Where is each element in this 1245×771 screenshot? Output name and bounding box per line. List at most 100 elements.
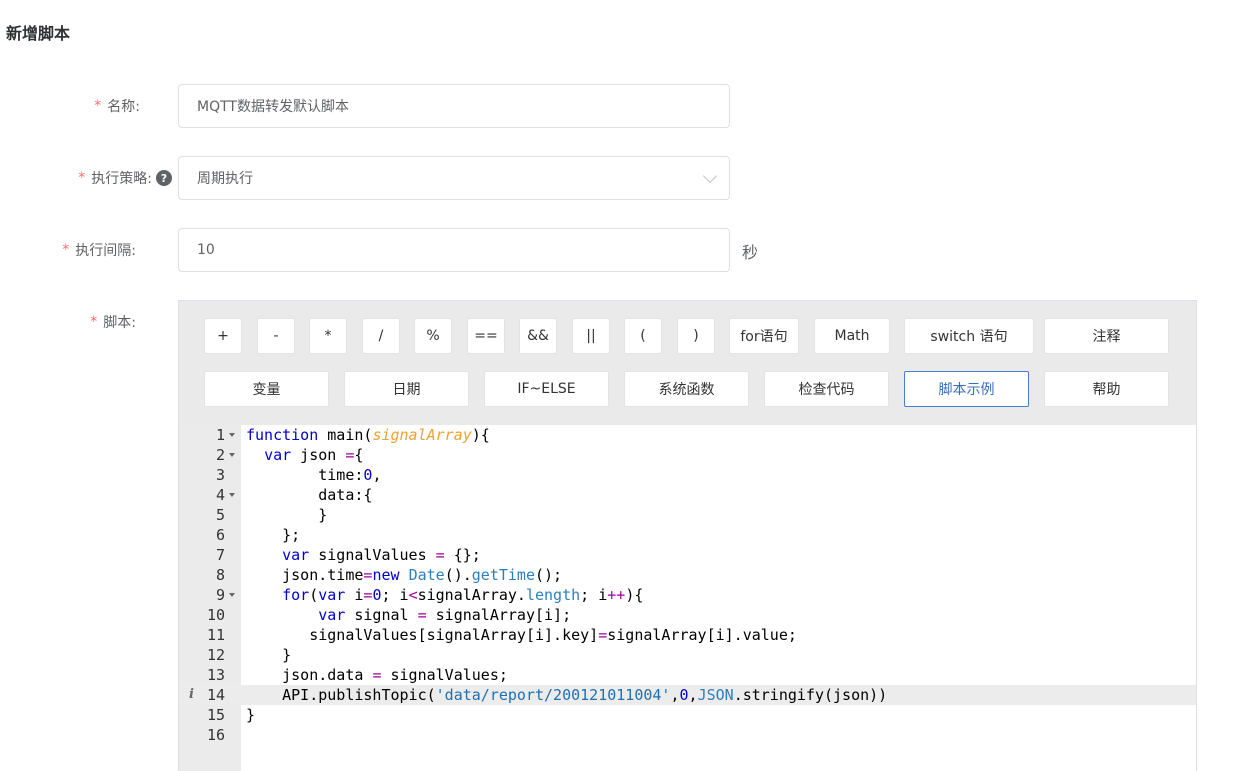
toolbar-button[interactable]: Math [814, 318, 890, 354]
code-token: 'data/report/200121011004' [435, 686, 671, 704]
code-token: json [291, 446, 346, 464]
code-token: time: [246, 466, 364, 484]
toolbar-button[interactable]: + [204, 318, 242, 354]
toolbar-button[interactable]: 注释 [1044, 318, 1169, 354]
line-number: 4 [215, 486, 225, 504]
code-line[interactable]: 3 time:0, [179, 465, 1196, 485]
code-line[interactable]: 7 var signalValues = {}; [179, 545, 1196, 565]
toolbar-button[interactable]: IF~ELSE [484, 371, 609, 407]
interval-input[interactable]: 10 [178, 228, 730, 272]
code-line[interactable]: 9 for(var i=0; i<signalArray.length; i++… [179, 585, 1196, 605]
code-line[interactable]: i 14 API.publishTopic('data/report/200121… [179, 685, 1196, 705]
name-label-text: 名称: [107, 99, 140, 115]
strategy-select[interactable]: 周期执行 [178, 156, 730, 200]
code-editor[interactable]: 1 function main(signalArray){2 var json =… [179, 425, 1196, 771]
code-text: time:0, [246, 465, 381, 485]
toolbar-button[interactable]: 帮助 [1044, 371, 1169, 407]
code-line[interactable]: 16 [179, 725, 1196, 745]
code-text: json.time=new Date().getTime(); [246, 565, 562, 585]
code-line[interactable]: 10 var signal = signalArray[i]; [179, 605, 1196, 625]
toolbar-button[interactable]: 变量 [204, 371, 329, 407]
required-mark: * [62, 242, 70, 258]
required-mark: * [94, 98, 102, 114]
code-token: ; i [580, 586, 608, 604]
code-line[interactable]: 11 signalValues[signalArray[i].key]=sign… [179, 625, 1196, 645]
toolbar-button[interactable]: switch 语句 [904, 318, 1034, 354]
code-token: signalValues[signalArray[i].key] [246, 626, 599, 644]
line-number: 14 [206, 686, 225, 704]
question-circle-icon[interactable]: ? [156, 170, 172, 186]
code-text: var signal = signalArray[i]; [246, 605, 571, 625]
toolbar-button[interactable]: * [309, 318, 347, 354]
fold-arrow-icon[interactable] [229, 453, 235, 457]
strategy-label: * 执行策略: ? [20, 156, 172, 200]
line-number: 6 [215, 526, 225, 544]
code-line[interactable]: 4 data:{ [179, 485, 1196, 505]
toolbar-button[interactable]: - [257, 318, 295, 354]
script-label-text: 脚本: [103, 315, 136, 331]
toolbar-button[interactable]: / [362, 318, 400, 354]
toolbar-button[interactable]: && [519, 318, 557, 354]
code-line[interactable]: 2 var json ={ [179, 445, 1196, 465]
code-token: } [246, 506, 328, 524]
page-title: 新增脚本 [6, 24, 71, 43]
code-line[interactable]: 13 json.data = signalValues; [179, 665, 1196, 685]
script-label: * 脚本: [20, 300, 136, 344]
code-token: i [345, 586, 364, 604]
code-token: API.publishTopic( [246, 686, 436, 704]
code-token: = [598, 626, 608, 644]
code-token: getTime [471, 566, 535, 584]
code-token: json.data [246, 666, 373, 684]
line-number: 1 [215, 426, 225, 444]
code-text: json.data = signalValues; [246, 665, 508, 685]
code-token: function [246, 426, 319, 444]
toolbar-button[interactable]: 脚本示例 [904, 371, 1029, 407]
fold-arrow-icon[interactable] [229, 493, 235, 497]
code-text: } [246, 645, 291, 665]
code-text: signalValues[signalArray[i].key]=signalA… [246, 625, 797, 645]
editor-toolbar: + - * /% == && || () for语句 Math switch 语句 注释变量 日期 IF~… [179, 301, 1196, 425]
name-input[interactable]: MQTT数据转发默认脚本 [178, 84, 730, 128]
code-token: ){ [471, 426, 490, 444]
fold-arrow-icon[interactable] [229, 593, 235, 597]
toolbar-button[interactable]: || [572, 318, 610, 354]
code-token: = [417, 606, 427, 624]
toolbar-button[interactable]: 日期 [344, 371, 469, 407]
code-line[interactable]: 8 json.time=new Date().getTime(); [179, 565, 1196, 585]
code-token: signal [345, 606, 418, 624]
line-number: 10 [206, 606, 225, 624]
line-number: 3 [215, 466, 225, 484]
code-token: json.time [246, 566, 364, 584]
code-line[interactable]: 1 function main(signalArray){ [179, 425, 1196, 445]
toolbar-button[interactable]: 检查代码 [764, 371, 889, 407]
line-number: 8 [215, 566, 225, 584]
fold-arrow-icon[interactable] [229, 433, 235, 437]
toolbar-button[interactable]: ( [624, 318, 662, 354]
toolbar-button[interactable]: ) [677, 318, 715, 354]
code-text: data:{ [246, 485, 372, 505]
code-token: for [282, 586, 310, 604]
code-line[interactable]: 12 } [179, 645, 1196, 665]
code-token: signalValues; [381, 666, 508, 684]
code-token: ){ [625, 586, 644, 604]
code-line[interactable]: 5 } [179, 505, 1196, 525]
toolbar-button[interactable]: 系统函数 [624, 371, 749, 407]
code-token: var [318, 606, 346, 624]
code-token: new [372, 566, 400, 584]
toolbar-button[interactable]: % [414, 318, 452, 354]
toolbar-button[interactable]: == [467, 318, 505, 354]
code-token: (). [444, 566, 472, 584]
toolbar-button[interactable]: for语句 [729, 318, 799, 354]
code-token: ; i [381, 586, 409, 604]
line-number: 2 [215, 446, 225, 464]
line-number: 7 [215, 546, 225, 564]
code-token: JSON [697, 686, 734, 704]
code-token: , [688, 686, 698, 704]
code-line[interactable]: 15} [179, 705, 1196, 725]
code-token: signalArray. [417, 586, 526, 604]
code-line[interactable]: 6 }; [179, 525, 1196, 545]
code-text: var signalValues = {}; [246, 545, 481, 565]
code-token: signalValues [309, 546, 436, 564]
